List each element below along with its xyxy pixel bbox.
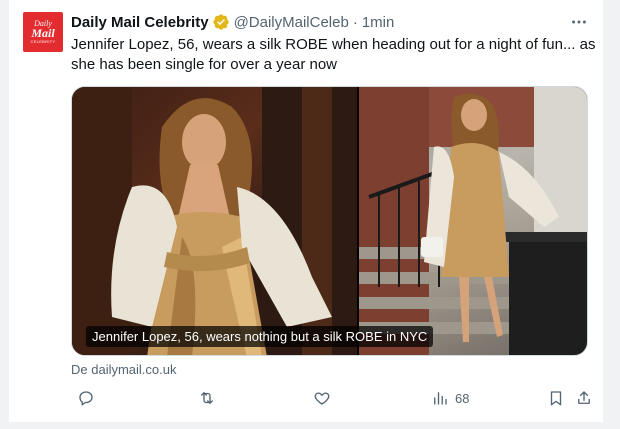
separator-dot: · [352, 13, 358, 31]
media-caption: Jennifer Lopez, 56, wears nothing but a … [86, 326, 434, 347]
action-bar: 68 [71, 387, 597, 409]
like-icon [314, 392, 330, 405]
avatar-text-daily: Daily [34, 19, 52, 28]
photo-right[interactable] [358, 87, 587, 355]
share-button[interactable] [575, 387, 593, 409]
account-handle[interactable]: @DailyMailCeleb [234, 14, 349, 31]
tweet-card[interactable]: Daily Mail CELEBRITY Daily Mail Celebrit… [8, 0, 604, 422]
reply-icon [79, 391, 93, 406]
views-icon [434, 392, 447, 405]
avatar[interactable]: Daily Mail CELEBRITY [23, 12, 63, 52]
photo-left[interactable] [72, 87, 357, 355]
photo-left-illustration [72, 87, 357, 355]
bookmark-button[interactable] [547, 387, 565, 409]
retweet-icon [201, 392, 213, 404]
views-button[interactable]: 68 [431, 387, 469, 409]
account-name[interactable]: Daily Mail Celebrity [71, 14, 209, 31]
tweet-header: Daily Mail Celebrity @DailyMailCeleb · 1… [71, 12, 589, 32]
timestamp[interactable]: 1min [362, 14, 395, 31]
verified-badge-icon[interactable] [212, 13, 230, 31]
like-button[interactable] [313, 387, 331, 409]
photo-right-illustration [358, 87, 587, 355]
bookmark-icon [550, 391, 562, 406]
retweet-button[interactable] [198, 387, 216, 409]
avatar-text-mail: Mail [31, 26, 55, 40]
link-source[interactable]: De dailymail.co.uk [71, 362, 177, 377]
views-count: 68 [455, 390, 470, 406]
tweet-text: Jennifer Lopez, 56, wears a silk ROBE wh… [71, 36, 596, 73]
tweet-media[interactable]: Jennifer Lopez, 56, wears nothing but a … [71, 86, 588, 356]
more-icon[interactable] [569, 12, 589, 32]
share-icon [578, 391, 590, 404]
avatar-text-celebrity: CELEBRITY [30, 39, 56, 44]
reply-button[interactable] [77, 387, 95, 409]
